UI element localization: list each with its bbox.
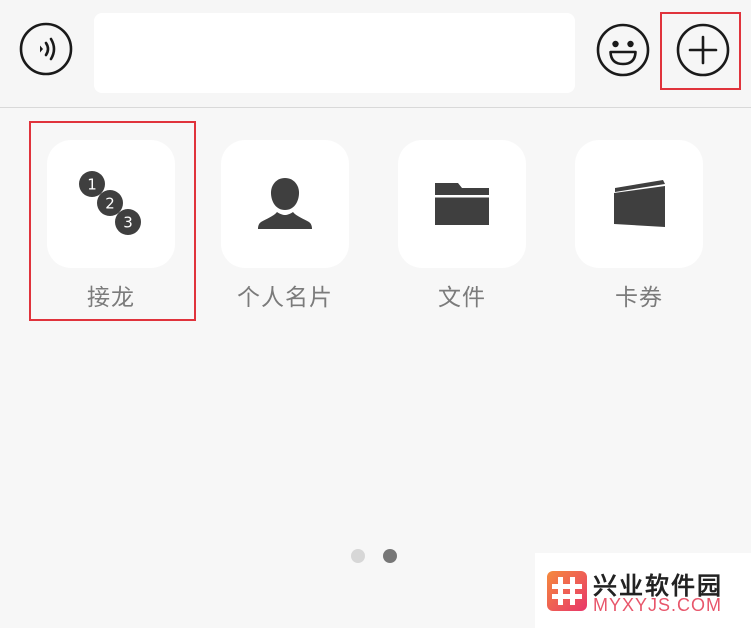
panel-item-label: 个人名片 [237,285,333,311]
watermark: 兴业软件园 MYXYJS.COM [535,553,751,628]
panel-item-label: 文件 [438,285,486,311]
plus-circle-icon [676,23,730,77]
panel-item-label: 卡券 [615,285,663,311]
hash-logo-icon [547,571,587,611]
chat-input-screen: 1 2 3 接龙 个人名片 文件 卡券 兴业软件园 MYXYJS.COM [0,0,751,628]
folder-icon [435,183,489,225]
watermark-subtitle: MYXYJS.COM [593,595,723,615]
badge-number: 1 [87,176,97,194]
panel-item-card-coupon[interactable]: 卡券 [575,140,703,311]
panel-item-label: 接龙 [87,285,135,311]
badge-number: 2 [105,195,115,213]
panel-item-jielong[interactable]: 1 2 3 接龙 [47,140,175,311]
emoji-button[interactable] [596,23,650,77]
badge-number: 3 [123,214,133,232]
chat-input-bar [0,0,751,108]
page-indicator-dot[interactable] [351,549,365,563]
message-input[interactable] [94,13,575,93]
person-icon [258,178,312,229]
voice-wave-icon [19,22,73,76]
voice-button[interactable] [19,22,73,76]
numbered-dots-icon: 1 2 3 [79,171,141,235]
card-wallet-icon [614,180,665,227]
page-indicator-dot-active[interactable] [383,549,397,563]
tile-business-card [221,140,349,268]
panel-item-file[interactable]: 文件 [398,140,526,311]
panel-item-business-card[interactable]: 个人名片 [221,140,349,311]
more-functions-button[interactable] [676,23,730,77]
tile-jielong: 1 2 3 [47,140,175,268]
tile-card-coupon [575,140,703,268]
tile-file [398,140,526,268]
smiley-icon [596,23,650,77]
